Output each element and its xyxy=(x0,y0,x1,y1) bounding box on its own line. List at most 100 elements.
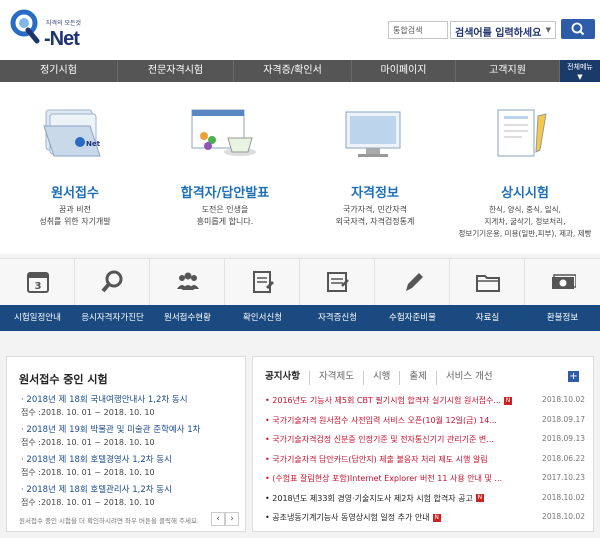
search-input[interactable]: 검색어를 입력하세요 ▼ xyxy=(450,21,556,39)
notice-row[interactable]: • 2018년도 제33회 경영·기술지도사 제2차 시험 합격자 공고 N 201… xyxy=(265,493,585,507)
quick-label: 응시자격자가진단 xyxy=(75,305,150,331)
feature-title: 합격자/답안발표 xyxy=(180,186,270,201)
notice-panel: 공지사항 자격제도 시행 출제 서비스 개선 + • 2016년도 기능사 제5… xyxy=(252,356,594,532)
money-icon xyxy=(552,274,576,289)
nav-item-support[interactable]: 고객지원 xyxy=(456,60,560,82)
application-item-date: 접수 :2018. 10. 01 ~ 2018. 10. 10 xyxy=(21,498,155,507)
prev-arrow-icon[interactable]: ‹ xyxy=(211,512,225,526)
application-item[interactable]: · 2018년 제 18회 호텔경영사 1,2차 동시 접수 :2018. 10… xyxy=(21,453,241,478)
people-icon xyxy=(177,272,199,290)
logo-tagline: 자격의 모든것 xyxy=(46,20,82,27)
notice-row[interactable]: • (수험표 잘림현상 포함)Internet Explorer 버전 11 사… xyxy=(265,473,585,487)
notice-date: 2018.10.02 xyxy=(542,492,585,502)
notice-title-text: 2016년도 기능사 제5회 CBT 필기시험 합격자 실기시험 원서접수... xyxy=(272,396,502,405)
new-badge: N xyxy=(475,494,484,502)
quick-item-schedule[interactable]: 3 시험일정안내 xyxy=(0,259,75,331)
feature-desc: 국가자격, 민간자격 외국자격, 자격검정통계 xyxy=(335,205,415,226)
application-item-date: 접수 :2018. 10. 01 ~ 2018. 10. 10 xyxy=(21,408,155,417)
quick-item-archive[interactable]: 자료실 xyxy=(450,259,525,331)
notice-date: 2017.10.23 xyxy=(542,473,585,482)
notice-row[interactable]: • 국가기술자격 답안카드(답안지) 제출 불응자 처리 제도 시행 알림 201… xyxy=(265,454,585,468)
next-arrow-icon[interactable]: › xyxy=(225,512,239,526)
clipboard-pen-illustration-icon xyxy=(497,109,547,157)
quick-label: 자료실 xyxy=(450,305,525,331)
application-item-date: 접수 :2018. 10. 01 ~ 2018. 10. 10 xyxy=(21,438,155,447)
notice-title-text: (수험표 잘림현상 포함)Internet Explorer 버전 11 사용 … xyxy=(272,474,503,483)
tab-notice[interactable]: 공지사항 xyxy=(265,371,309,385)
application-item[interactable]: · 2018년 제 19회 박물관 및 미술관 준학예사 1차 접수 :2018… xyxy=(21,423,241,448)
quick-item-eligibility[interactable]: 응시자격자가진단 xyxy=(75,259,150,331)
notice-row[interactable]: • 공조냉동기계기능사 동영상시험 일정 추가 안내 N 2018.10.02 xyxy=(265,512,585,526)
notice-date: 2018.10.02 xyxy=(542,395,585,404)
document-icon xyxy=(253,271,274,293)
application-panel: 원서접수 중인 시험 · 2018년 제 18회 국내여행안내사 1,2차 동시… xyxy=(6,356,246,532)
magnifier-icon xyxy=(101,270,123,293)
application-item-title: · 2018년 제 18회 국내여행안내사 1,2차 동시 xyxy=(21,395,188,405)
notice-title: • 국가기술자격 답안카드(답안지) 제출 불응자 처리 제도 시행 알림 xyxy=(265,454,535,465)
folder-illustration-icon: Net xyxy=(43,109,101,157)
nav-item-regular-exam[interactable]: 정기시험 xyxy=(0,60,118,82)
feature-info[interactable]: 자격정보 국가자격, 민간자격 외국자격, 자격검정통계 xyxy=(300,82,450,254)
qnet-logo[interactable]: 자격의 모든것 -Net xyxy=(10,6,90,52)
more-button[interactable]: + xyxy=(568,371,579,382)
quick-item-application-status[interactable]: 원서접수현황 xyxy=(150,259,225,331)
new-badge: N xyxy=(504,396,513,405)
search-button[interactable] xyxy=(561,19,595,39)
notice-title-text: 공조냉동기계기능사 동영상시험 일정 추가 안내 xyxy=(272,513,430,522)
quick-item-confirmation[interactable]: 확인서신청 xyxy=(225,259,300,331)
feature-title: 자격정보 xyxy=(351,186,399,201)
notice-row[interactable]: • 국가기술자격검정 신분증 인정기준 및 전자통신기기 관리기준 변... 20… xyxy=(265,434,585,448)
notice-title: • 2016년도 기능사 제5회 CBT 필기시험 합격자 실기시험 원서접수.… xyxy=(265,395,535,406)
quick-item-refund[interactable]: 환불정보 xyxy=(525,259,600,331)
application-item-title: · 2018년 제 18회 호텔경영사 1,2차 동시 xyxy=(21,455,172,465)
notice-row[interactable]: • 국가기술자격 원서접수 사전입력 서비스 오픈(10월 12일(금) 14.… xyxy=(265,415,585,429)
quick-item-materials[interactable]: 수험자준비물 xyxy=(375,259,450,331)
notice-title: • 2018년도 제33회 경영·기술지도사 제2차 시험 합격자 공고 N xyxy=(265,493,535,504)
application-item[interactable]: · 2018년 제 18회 호텔관리사 1,2차 동시 접수 :2018. 10… xyxy=(21,483,241,508)
feature-desc: 도전은 인생을 흥미롭게 합니다. xyxy=(196,205,254,226)
tab-question[interactable]: 출제 xyxy=(399,371,435,385)
svg-text:3: 3 xyxy=(35,281,42,292)
tab-service[interactable]: 서비스 개선 xyxy=(435,371,502,385)
nav-item-professional-exam[interactable]: 전문자격시험 xyxy=(118,60,234,82)
quick-item-certificate[interactable]: 자격증신청 xyxy=(300,259,375,331)
calendar-icon: 3 xyxy=(27,272,49,293)
feature-result[interactable]: 합격자/답안발표 도전은 인생을 흥미롭게 합니다. xyxy=(150,82,300,254)
notice-title: • 국가기술자격검정 신분증 인정기준 및 전자통신기기 관리기준 변... xyxy=(265,434,535,445)
application-item-title: · 2018년 제 19회 박물관 및 미술관 준학예사 1차 xyxy=(21,425,201,435)
svg-text:Net: Net xyxy=(86,140,101,148)
quick-label: 자격증신청 xyxy=(300,305,375,331)
monitor-illustration-icon xyxy=(345,111,401,157)
nav-item-mypage[interactable]: 마이페이지 xyxy=(352,60,456,82)
tab-system[interactable]: 자격제도 xyxy=(308,371,363,385)
tab-exam[interactable]: 시행 xyxy=(362,371,399,385)
feature-title: 상시시험 xyxy=(501,186,549,201)
q-logo-icon xyxy=(10,9,40,44)
quick-label: 환불정보 xyxy=(525,305,600,331)
all-menu-button[interactable]: 전체메뉴 ▼ xyxy=(560,60,600,82)
search-scope-select[interactable]: 통합검색 xyxy=(388,21,448,39)
feature-desc: 한식, 양식, 중식, 일식, 지게차, 굴삭기, 정보처리, 정보기기운용, 미용… xyxy=(458,205,592,238)
notice-date: 2018.06.22 xyxy=(542,453,585,463)
new-badge: N xyxy=(432,513,441,522)
nav-item-certificate[interactable]: 자격증/확인서 xyxy=(234,60,352,82)
feature-application[interactable]: Net 원서접수 꿈과 비전 성취를 위한 자기개발 xyxy=(0,82,150,254)
notice-title: • (수험표 잘림현상 포함)Internet Explorer 버전 11 사… xyxy=(265,473,535,484)
header: 자격의 모든것 -Net 통합검색 검색어를 입력하세요 ▼ xyxy=(0,0,600,60)
search-icon xyxy=(571,22,585,36)
quick-label: 원서접수현황 xyxy=(150,305,225,331)
application-item[interactable]: · 2018년 제 18회 국내여행안내사 1,2차 동시 접수 :2018. … xyxy=(21,393,241,418)
folder-icon xyxy=(476,275,500,292)
notice-title-text: 국가기술자격 답안카드(답안지) 제출 불응자 처리 제도 시행 알림 xyxy=(272,454,488,464)
notice-tabs: 공지사항 자격제도 시행 출제 서비스 개선 xyxy=(265,371,502,385)
quick-label: 수험자준비물 xyxy=(375,305,450,331)
browser-cup-illustration-icon xyxy=(191,109,256,156)
quick-label: 확인서신청 xyxy=(225,305,300,331)
main-nav: 정기시험 전문자격시험 자격증/확인서 마이페이지 고객지원 전체메뉴 ▼ xyxy=(0,60,600,82)
notice-date: 2018.10.02 xyxy=(542,512,585,521)
application-item-title: · 2018년 제 18회 호텔관리사 1,2차 동시 xyxy=(21,485,172,495)
notice-title-text: 2018년도 제33회 경영·기술지도사 제2차 시험 합격자 공고 xyxy=(272,493,473,503)
notice-row[interactable]: • 2016년도 기능사 제5회 CBT 필기시험 합격자 실기시험 원서접수.… xyxy=(265,395,585,409)
feature-anytime-exam[interactable]: 상시시험 한식, 양식, 중식, 일식, 지게차, 굴삭기, 정보처리, 정보기기운… xyxy=(450,82,600,254)
application-title: 원서접수 중인 시험 xyxy=(19,373,108,386)
